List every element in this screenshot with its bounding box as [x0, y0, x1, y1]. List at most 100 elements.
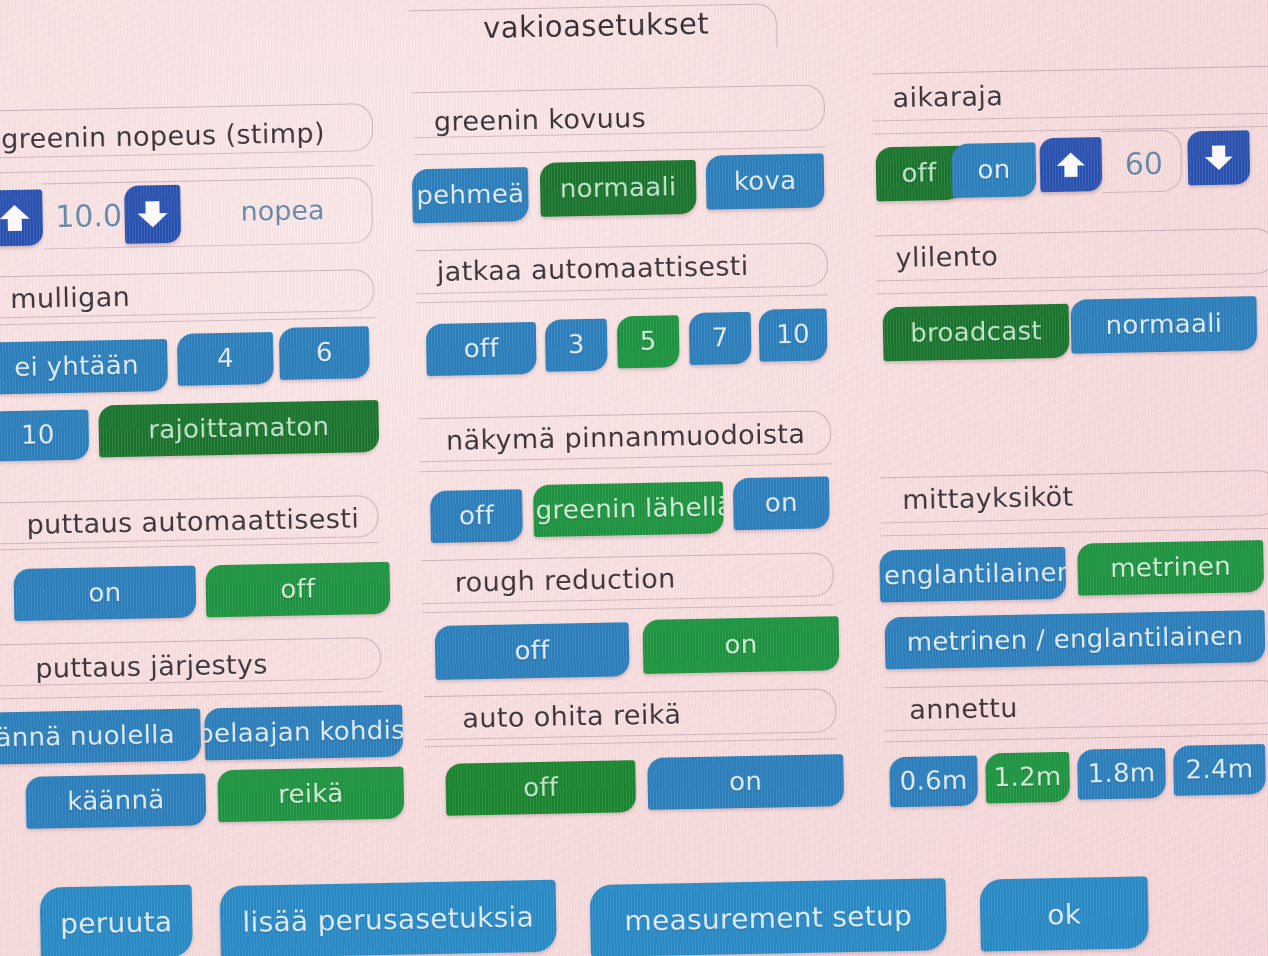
button-label: pehmeä [416, 179, 525, 212]
button-label: on [728, 766, 763, 798]
time-limit-label: aikaraja [892, 80, 1004, 115]
cancel-button[interactable]: peruuta [39, 884, 193, 956]
auto-continue-option-0[interactable]: off [425, 321, 537, 377]
green-firmness-label: greenin kovuus [433, 102, 647, 138]
button-label: peruuta [59, 904, 173, 940]
button-label: off [901, 158, 937, 189]
divider [880, 527, 1268, 537]
button-label: on [724, 629, 758, 661]
time-limit-value: 60 [1124, 146, 1164, 183]
arrow-up-icon [0, 204, 30, 232]
button-label: 1.2m [993, 761, 1062, 794]
mulligan-option-4[interactable]: rajoittamaton [98, 400, 380, 458]
auto-skip-hole-label: auto ohita reikä [462, 699, 682, 735]
contour-view-option-1[interactable]: greenin lähellä [532, 481, 724, 538]
green-speed-label: greenin nopeus (stimp) [0, 117, 326, 156]
divider [422, 604, 835, 614]
button-label: kova [733, 165, 797, 198]
green-firmness-option-1[interactable]: normaali [539, 159, 697, 217]
auto-skip-hole-option-1[interactable]: on [647, 754, 845, 810]
button-label: normaali [1105, 308, 1223, 342]
button-label: off [458, 500, 495, 532]
time-limit-option-1[interactable]: on [951, 142, 1037, 198]
ok-button[interactable]: ok [979, 876, 1149, 952]
button-label: käännä nuolella [0, 719, 176, 755]
button-label: 10 [20, 420, 55, 451]
divider [0, 542, 379, 552]
auto-continue-option-4[interactable]: 10 [758, 308, 828, 362]
overflight-label: ylilento [895, 241, 999, 275]
button-label: off [463, 333, 500, 365]
green-speed-up-button[interactable] [0, 189, 44, 247]
auto-skip-hole-option-0[interactable]: off [445, 760, 637, 816]
time-limit-option-0[interactable]: off [875, 145, 963, 202]
putt-order-option-3[interactable]: reikä [217, 766, 405, 823]
rough-reduction-option-0[interactable]: off [434, 622, 630, 680]
green-firmness-option-0[interactable]: pehmeä [411, 167, 529, 224]
gimme-option-3[interactable]: 2.4m [1173, 744, 1266, 796]
divider [424, 738, 837, 748]
auto-continue-option-2[interactable]: 5 [616, 315, 680, 369]
gimme-option-0[interactable]: 0.6m [889, 755, 979, 808]
units-option-2[interactable]: metrinen / englantilainen [884, 610, 1266, 670]
button-label: 10 [775, 319, 811, 351]
button-label: metrinen / englantilainen [906, 621, 1244, 658]
divider [416, 294, 829, 304]
green-firmness-option-2[interactable]: kova [705, 153, 825, 210]
button-label: off [514, 635, 550, 667]
divider [0, 165, 374, 175]
putt-order-option-2[interactable]: käännä [25, 773, 207, 829]
button-label: pelaajan kohdistus [204, 714, 404, 750]
contour-view-option-2[interactable]: on [732, 476, 830, 531]
button-label: on [764, 487, 799, 519]
measurement-setup-button[interactable]: measurement setup [589, 878, 947, 956]
mulligan-option-1[interactable]: 4 [176, 332, 274, 386]
button-label: reikä [277, 778, 344, 811]
button-label: metrinen [1109, 551, 1232, 584]
putt-order-option-1[interactable]: pelaajan kohdistus [204, 704, 404, 761]
arrow-down-icon [137, 201, 168, 228]
button-label: rajoittamaton [147, 411, 330, 446]
contour-view-option-0[interactable]: off [430, 489, 523, 544]
green-speed-value: 10.0 [54, 198, 123, 235]
mulligan-option-0[interactable]: ei yhtään [0, 339, 169, 395]
touchscreen-panel: vakioasetukset greenin nopeus (stimp) 10… [0, 0, 1268, 956]
rough-reduction-label: rough reduction [454, 563, 676, 599]
button-label: on [88, 577, 122, 609]
button-label: englantilainen [883, 557, 1067, 592]
button-label: normaali [559, 172, 677, 205]
more-basic-settings-button[interactable]: lisää perusasetuksia [219, 879, 557, 956]
time-limit-up-button[interactable] [1039, 137, 1103, 193]
putt-order-label: puttaus järjestys [35, 649, 269, 685]
auto-continue-option-1[interactable]: 3 [544, 318, 608, 372]
button-label: measurement setup [624, 898, 913, 937]
button-label: 5 [639, 326, 657, 357]
divider [0, 317, 375, 327]
button-label: 2.4m [1185, 754, 1254, 786]
gimme-option-1[interactable]: 1.2m [985, 751, 1071, 804]
auto-putt-option-0[interactable]: on [13, 565, 197, 622]
units-option-0[interactable]: englantilainen [879, 546, 1067, 603]
units-option-1[interactable]: metrinen [1077, 540, 1265, 596]
time-limit-down-button[interactable] [1187, 130, 1251, 186]
gimme-option-2[interactable]: 1.8m [1077, 747, 1167, 800]
green-speed-down-button[interactable] [124, 184, 182, 244]
auto-putt-label: puttaus automaattisesti [26, 503, 360, 541]
auto-continue-label: jatkaa automaattisesti [436, 250, 749, 288]
green-speed-descriptor: nopea [240, 194, 325, 228]
auto-continue-option-3[interactable]: 7 [688, 311, 752, 366]
rough-reduction-option-1[interactable]: on [642, 616, 840, 674]
arrow-up-icon [1056, 152, 1085, 177]
overflight-option-1[interactable]: normaali [1070, 296, 1258, 354]
mulligan-option-2[interactable]: 6 [278, 326, 370, 380]
auto-putt-option-1[interactable]: off [205, 561, 391, 618]
button-label: off [280, 574, 316, 605]
mulligan-option-3[interactable]: 10 [0, 409, 90, 462]
button-label: 3 [567, 330, 585, 361]
arrow-down-icon [1204, 145, 1233, 171]
overflight-option-0[interactable]: broadcast [882, 303, 1070, 362]
putt-order-option-0[interactable]: käännä nuolella [0, 708, 202, 766]
units-label: mittayksiköt [901, 481, 1074, 516]
button-label: broadcast [909, 316, 1043, 349]
button-label: lisää perusasetuksia [242, 899, 535, 939]
